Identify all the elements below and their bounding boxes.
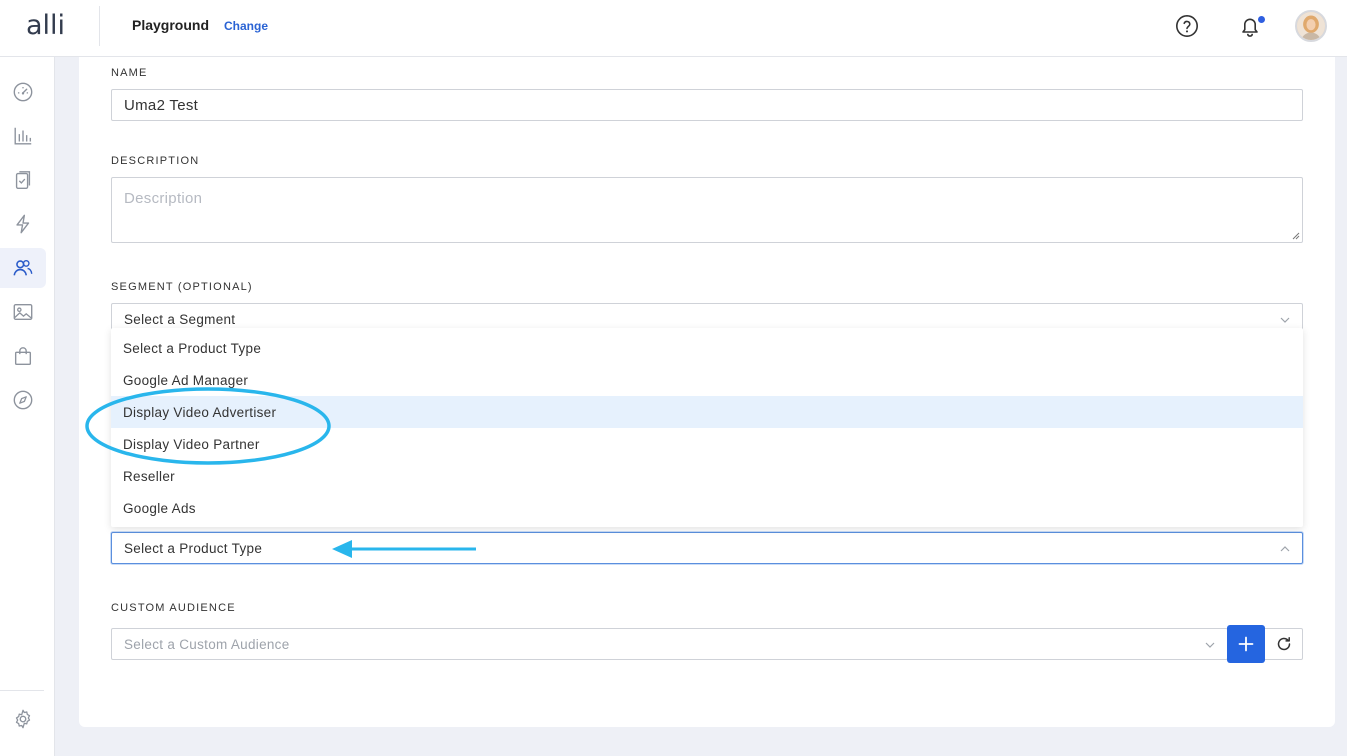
plus-icon (1238, 636, 1254, 652)
description-placeholder: Description (124, 190, 203, 207)
dropdown-option[interactable]: Select a Product Type (111, 332, 1303, 364)
help-icon[interactable] (1175, 14, 1199, 38)
sidebar-nav (0, 57, 55, 756)
lightning-bolt-icon[interactable] (0, 204, 46, 244)
description-textarea[interactable]: Description (111, 177, 1303, 243)
chevron-down-icon (1280, 317, 1290, 323)
image-icon[interactable] (0, 292, 46, 332)
dropdown-option-highlighted[interactable]: Display Video Advertiser (111, 396, 1303, 428)
refresh-custom-audience-button[interactable] (1265, 628, 1303, 660)
dropdown-option[interactable]: Reseller (111, 460, 1303, 492)
dropdown-option[interactable]: Display Video Partner (111, 428, 1303, 460)
chevron-up-icon (1280, 546, 1290, 552)
org-name: Playground (132, 17, 210, 33)
logo-divider (99, 6, 100, 46)
clipboard-check-icon[interactable] (0, 160, 46, 200)
segment-select-value: Select a Segment (124, 311, 236, 327)
compass-icon[interactable] (0, 380, 46, 420)
alli-logo[interactable]: alli (26, 10, 65, 41)
custom-audience-select[interactable]: Select a Custom Audience (111, 628, 1228, 660)
notification-badge (1256, 14, 1267, 25)
product-type-select-value: Select a Product Type (124, 540, 263, 556)
top-bar: alli Playground Change (0, 0, 1347, 57)
product-type-select[interactable]: Select a Product Type (111, 532, 1303, 564)
product-type-dropdown: Select a Product Type Google Ad Manager … (111, 328, 1303, 527)
dropdown-option[interactable]: Google Ad Manager (111, 364, 1303, 396)
audiences-users-icon[interactable] (0, 248, 46, 288)
change-org-link[interactable]: Change (224, 19, 268, 33)
dropdown-option[interactable]: Google Ads (111, 492, 1303, 524)
refresh-icon (1277, 637, 1290, 651)
name-label: NAME (111, 67, 148, 79)
custom-audience-placeholder: Select a Custom Audience (124, 636, 290, 652)
resize-grip-icon[interactable] (1292, 232, 1300, 240)
dashboard-gauge-icon[interactable] (0, 72, 46, 112)
add-custom-audience-button[interactable] (1227, 625, 1265, 663)
gear-icon[interactable] (0, 699, 46, 739)
shopping-bag-icon[interactable] (0, 336, 46, 376)
bar-chart-icon[interactable] (0, 116, 46, 156)
sidebar-divider (0, 690, 44, 691)
custom-audience-label: CUSTOM AUDIENCE (111, 602, 236, 614)
name-input[interactable]: Uma2 Test (111, 89, 1303, 121)
chevron-down-icon (1205, 642, 1215, 648)
user-avatar[interactable] (1295, 10, 1327, 42)
description-label: DESCRIPTION (111, 155, 200, 167)
segment-label: SEGMENT (OPTIONAL) (111, 281, 253, 293)
